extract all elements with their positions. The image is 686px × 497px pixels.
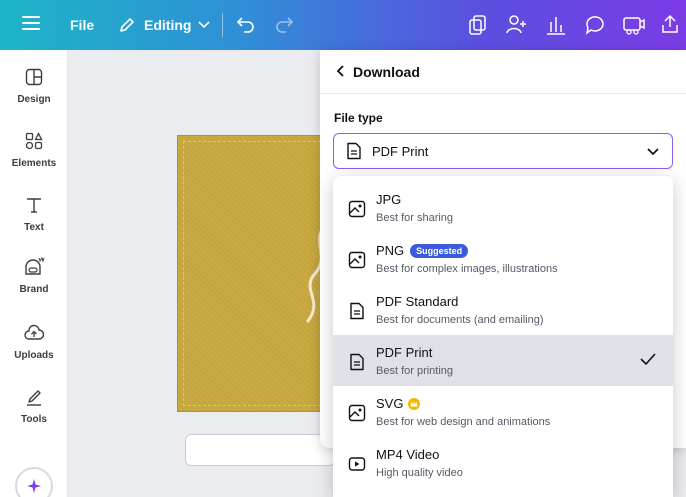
shapes-icon bbox=[23, 130, 45, 152]
resize-icon[interactable] bbox=[468, 14, 488, 36]
sidebar-item-label: Text bbox=[24, 222, 44, 233]
image-icon bbox=[347, 250, 367, 270]
file-type-option-pdf-print[interactable]: PDF Print Best for printing bbox=[333, 335, 673, 386]
sidebar-item-uploads[interactable]: Uploads bbox=[0, 322, 68, 378]
sidebar-item-tools[interactable]: Tools bbox=[0, 386, 68, 442]
sidebar-item-design[interactable]: Design bbox=[0, 66, 68, 122]
option-title-text: PNG bbox=[376, 243, 405, 258]
video-icon bbox=[347, 454, 367, 474]
file-type-label: File type bbox=[334, 111, 383, 125]
option-description: Best for complex images, illustrations bbox=[376, 263, 558, 275]
draw-icon bbox=[23, 386, 45, 408]
comment-icon[interactable] bbox=[584, 14, 606, 36]
option-description: Best for web design and animations bbox=[376, 416, 551, 428]
file-type-option-mp4[interactable]: MP4 Video High quality video bbox=[333, 437, 673, 488]
top-toolbar: File Editing bbox=[0, 0, 686, 50]
image-icon bbox=[347, 403, 367, 423]
option-description: Best for printing bbox=[376, 365, 454, 377]
panel-header: Download bbox=[320, 50, 686, 94]
sidebar-item-label: Brand bbox=[19, 284, 49, 295]
brand-icon bbox=[23, 256, 45, 278]
file-type-select[interactable]: PDF Print bbox=[333, 133, 673, 169]
editing-mode-label: Editing bbox=[144, 17, 192, 33]
sidebar-item-label: Elements bbox=[11, 158, 57, 169]
notes-field[interactable] bbox=[185, 434, 335, 466]
option-title: MP4 Video bbox=[376, 447, 440, 462]
chevron-left-icon[interactable] bbox=[336, 64, 345, 80]
upload-share-icon[interactable] bbox=[660, 13, 680, 35]
sidebar-item-text[interactable]: Text bbox=[0, 194, 68, 250]
option-title: SVG bbox=[376, 396, 421, 411]
image-icon bbox=[347, 199, 367, 219]
suggested-badge: Suggested bbox=[410, 243, 469, 258]
file-type-selected-value: PDF Print bbox=[372, 143, 429, 159]
upload-cloud-icon bbox=[23, 322, 45, 344]
undo-icon[interactable] bbox=[236, 15, 256, 33]
left-sidebar: Design Elements Text Brand Uploads Tools bbox=[0, 50, 68, 497]
present-icon[interactable] bbox=[622, 14, 646, 36]
option-title: JPG bbox=[376, 192, 402, 207]
file-type-option-pdf-standard[interactable]: PDF Standard Best for documents (and ema… bbox=[333, 284, 673, 335]
chevron-down-icon bbox=[198, 21, 211, 29]
text-icon bbox=[23, 194, 45, 216]
checkmark-icon bbox=[639, 352, 657, 371]
file-type-option-jpg[interactable]: JPG Best for sharing bbox=[333, 182, 673, 233]
sidebar-item-label: Tools bbox=[21, 414, 47, 425]
option-title-text: SVG bbox=[376, 396, 404, 411]
editing-mode-button[interactable]: Editing bbox=[118, 13, 211, 37]
magic-assistant-button[interactable] bbox=[15, 467, 53, 497]
panel-title[interactable]: Download bbox=[353, 64, 420, 80]
sparkle-icon bbox=[25, 477, 43, 495]
option-title: PDF Print bbox=[376, 345, 433, 360]
design-page[interactable] bbox=[177, 135, 337, 412]
pencil-icon bbox=[118, 16, 136, 34]
option-title: PNG Suggested bbox=[376, 243, 469, 258]
layout-icon bbox=[23, 66, 45, 88]
option-description: Best for sharing bbox=[376, 212, 454, 224]
document-icon bbox=[347, 301, 367, 321]
premium-crown-icon bbox=[408, 397, 421, 410]
sidebar-item-brand[interactable]: Brand bbox=[0, 256, 68, 312]
menu-icon[interactable] bbox=[22, 15, 40, 31]
insights-icon[interactable] bbox=[545, 14, 567, 36]
file-type-dropdown: JPG Best for sharing PNG Suggested Best … bbox=[333, 176, 673, 497]
chevron-down-icon bbox=[646, 144, 660, 163]
option-description: Best for documents (and emailing) bbox=[376, 314, 544, 326]
sidebar-item-label: Uploads bbox=[14, 350, 54, 361]
file-menu-button[interactable]: File bbox=[70, 17, 94, 33]
document-icon bbox=[346, 142, 362, 160]
sidebar-item-elements[interactable]: Elements bbox=[0, 130, 68, 186]
option-description: High quality video bbox=[376, 467, 463, 479]
redo-icon[interactable] bbox=[274, 15, 294, 33]
file-type-option-svg[interactable]: SVG Best for web design and animations bbox=[333, 386, 673, 437]
document-icon bbox=[347, 352, 367, 372]
toolbar-divider bbox=[222, 13, 223, 37]
file-type-option-png[interactable]: PNG Suggested Best for complex images, i… bbox=[333, 233, 673, 284]
sidebar-item-label: Design bbox=[17, 94, 51, 105]
option-title: PDF Standard bbox=[376, 294, 459, 309]
share-people-icon[interactable] bbox=[505, 13, 529, 35]
